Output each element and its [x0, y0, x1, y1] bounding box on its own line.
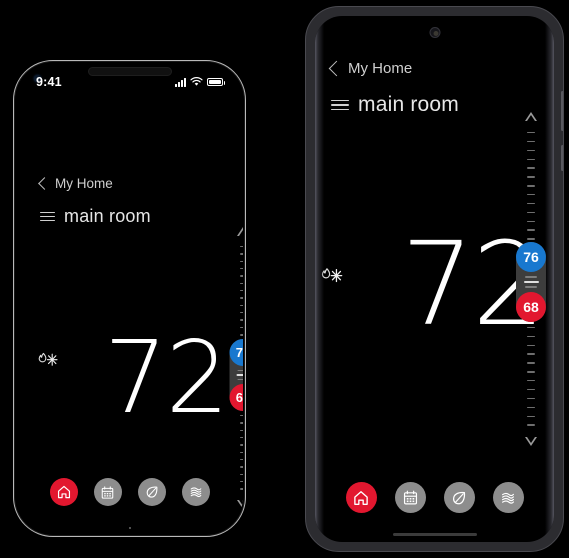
cellular-bars-icon	[175, 77, 186, 87]
flame-snowflake-icon[interactable]	[319, 266, 347, 293]
temperature-slider[interactable]: 76 68	[229, 227, 243, 509]
android-mockup: My Home main room 72 76 68	[305, 6, 564, 552]
nav-fan-button[interactable]	[181, 478, 210, 506]
room-title: main room	[358, 93, 459, 116]
home-icon	[57, 485, 70, 499]
power-button[interactable]	[561, 145, 563, 171]
heat-setpoint[interactable]: 68	[229, 384, 243, 411]
nav-fan-button[interactable]	[492, 482, 524, 513]
nav-home-button[interactable]	[49, 478, 78, 506]
thermostat-app-ios: 9:41 My Home main room 72 7 6	[16, 63, 243, 534]
thermostat-app-android: My Home main room 72 76 68	[315, 16, 554, 542]
heat-setpoint[interactable]: 68	[516, 292, 546, 322]
home-icon	[354, 490, 368, 505]
current-temperature: 72	[104, 319, 229, 436]
triangle-down-icon[interactable]	[525, 437, 537, 446]
waves-icon	[190, 487, 201, 498]
nav-schedule-button[interactable]	[93, 478, 122, 506]
room-title: main room	[64, 206, 151, 226]
iphone-screen: 9:41 My Home main room 72 7 6	[16, 63, 243, 534]
chevron-left-icon	[38, 177, 51, 190]
nav-home-button[interactable]	[345, 482, 377, 513]
cool-setpoint[interactable]: 76	[229, 339, 243, 366]
volume-button[interactable]	[561, 91, 563, 131]
iphone-mockup: 9:41 My Home main room 72 7 6	[13, 60, 246, 537]
flame-snowflake-icon[interactable]	[36, 351, 62, 376]
room-header: main room	[40, 206, 151, 227]
triangle-up-icon[interactable]	[237, 227, 243, 236]
breadcrumb-label: My Home	[55, 176, 113, 191]
nav-eco-button[interactable]	[443, 482, 475, 513]
slider-grip[interactable]	[523, 272, 539, 292]
bottom-nav	[16, 478, 243, 506]
menu-icon[interactable]	[40, 212, 55, 221]
status-bar-indicators	[175, 77, 225, 87]
leaf-icon	[452, 491, 466, 504]
status-bar: 9:41	[16, 74, 243, 90]
android-screen: My Home main room 72 76 68	[315, 16, 554, 542]
temperature-slider[interactable]: 76 68	[516, 112, 546, 446]
room-header: main room	[331, 93, 459, 117]
status-bar-time: 9:41	[36, 75, 62, 89]
calendar-icon	[101, 485, 114, 499]
menu-icon[interactable]	[331, 99, 349, 111]
navigation-pill[interactable]	[392, 533, 477, 536]
slider-grip[interactable]	[236, 366, 243, 384]
slider-track[interactable]: 76 68	[229, 246, 243, 490]
leaf-icon	[146, 486, 157, 498]
battery-full-icon	[207, 78, 225, 86]
breadcrumb[interactable]: My Home	[38, 176, 113, 191]
setpoint-capsule[interactable]: 76 68	[516, 242, 546, 322]
chevron-left-icon	[328, 60, 345, 77]
breadcrumb-label: My Home	[348, 60, 413, 77]
slider-track[interactable]: 76 68	[516, 132, 546, 426]
wifi-icon	[190, 77, 203, 86]
home-indicator	[128, 527, 131, 529]
nav-eco-button[interactable]	[137, 478, 166, 506]
breadcrumb[interactable]: My Home	[328, 60, 413, 77]
cool-setpoint[interactable]: 76	[516, 242, 546, 272]
bottom-nav	[315, 482, 554, 513]
nav-schedule-button[interactable]	[394, 482, 426, 513]
setpoint-capsule[interactable]: 76 68	[229, 339, 243, 411]
waves-icon	[502, 492, 514, 504]
screenshot-canvas: 9:41 My Home main room 72 7 6 My Home ma…	[0, 0, 569, 558]
triangle-up-icon[interactable]	[525, 112, 537, 121]
calendar-icon	[403, 490, 417, 505]
